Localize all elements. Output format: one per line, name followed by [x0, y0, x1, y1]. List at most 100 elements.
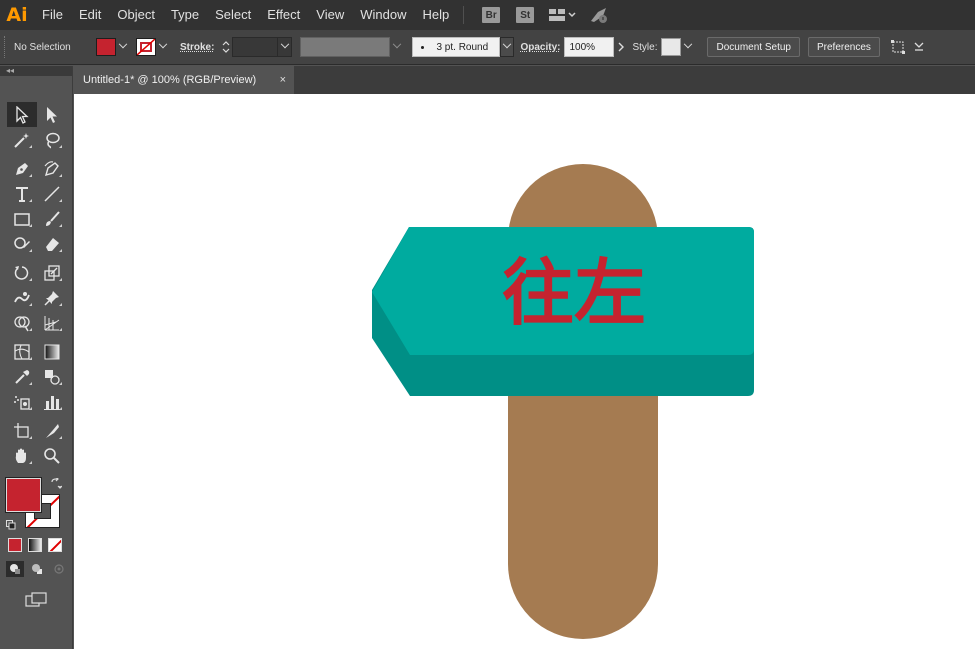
gpu-performance-button[interactable] [588, 6, 610, 24]
menu-view[interactable]: View [308, 0, 352, 30]
color-mode-row [0, 538, 72, 552]
stroke-label[interactable]: Stroke: [180, 42, 214, 53]
eyedropper-tool[interactable] [7, 364, 37, 389]
brush-definition[interactable]: 3 pt. Round [412, 37, 501, 57]
menu-effect[interactable]: Effect [259, 0, 308, 30]
stock-button[interactable]: St [516, 7, 535, 23]
zoom-tool[interactable] [37, 443, 67, 468]
tool-row [0, 285, 72, 310]
bridge-button[interactable]: Br [482, 7, 501, 23]
screen-mode-button[interactable] [24, 591, 48, 609]
eyedropper-icon [15, 369, 30, 384]
no-stroke-icon [137, 39, 155, 55]
perspective-grid-icon [44, 315, 60, 330]
line-segment-tool[interactable] [37, 181, 67, 206]
warp-tool[interactable] [7, 285, 37, 310]
hand-tool[interactable] [7, 443, 37, 468]
menu-window[interactable]: Window [352, 0, 414, 30]
shaper-tool[interactable] [7, 231, 37, 256]
shape-builder-tool[interactable] [7, 310, 37, 335]
swap-fill-stroke-icon[interactable] [50, 478, 62, 490]
eraser-tool[interactable] [37, 231, 67, 256]
draw-normal-button[interactable] [6, 561, 24, 577]
lasso-icon [46, 132, 60, 149]
none-mode-button[interactable] [48, 538, 62, 552]
gradient-mode-button[interactable] [28, 538, 42, 552]
menu-file[interactable]: File [34, 0, 71, 30]
artboard-canvas[interactable]: 往左 [74, 94, 975, 649]
panel-grip[interactable] [4, 36, 8, 58]
brush-dropdown[interactable] [500, 37, 515, 57]
mesh-tool[interactable] [7, 339, 37, 364]
document-tab-label: Untitled-1* @ 100% (RGB/Preview) [83, 74, 257, 86]
close-tab-button[interactable]: × [280, 74, 286, 86]
rotate-tool[interactable] [7, 260, 37, 285]
color-mode-button[interactable] [8, 538, 22, 552]
graphic-style-dropdown[interactable] [681, 37, 695, 57]
column-graph-icon [44, 395, 60, 410]
opacity-input[interactable]: 100% [564, 37, 615, 57]
sign-label[interactable]: 往左 [502, 251, 646, 335]
draw-behind-button[interactable] [28, 561, 46, 577]
perspective-grid-tool[interactable] [37, 310, 67, 335]
stroke-swatch[interactable] [136, 38, 156, 56]
graphic-style-swatch[interactable] [661, 38, 682, 56]
magic-wand-icon [14, 132, 29, 148]
scale-tool[interactable] [37, 260, 67, 285]
align-options-button[interactable] [890, 39, 908, 55]
tools-collapse-button[interactable]: ◂◂ [0, 66, 72, 76]
symbol-sprayer-tool[interactable] [7, 389, 37, 414]
preferences-button[interactable]: Preferences [807, 37, 880, 57]
chevron-right-icon [618, 42, 625, 52]
artboard-tool[interactable] [7, 418, 37, 443]
type-tool[interactable] [7, 181, 37, 206]
arrange-documents-button[interactable] [548, 8, 576, 22]
document-tab[interactable]: Untitled-1* @ 100% (RGB/Preview) × [74, 66, 294, 94]
fill-swatch[interactable] [96, 38, 116, 56]
menu-edit[interactable]: Edit [71, 0, 109, 30]
slice-tool[interactable] [37, 418, 67, 443]
variable-width-dropdown[interactable] [390, 37, 404, 57]
stroke-dropdown[interactable] [156, 37, 170, 57]
column-graph-tool[interactable] [37, 389, 67, 414]
opacity-label[interactable]: Opacity: [520, 42, 560, 53]
magic-wand-tool[interactable] [7, 127, 37, 152]
variable-width-profile[interactable] [300, 37, 391, 57]
direct-selection-tool[interactable] [37, 102, 67, 127]
blend-icon [45, 369, 60, 385]
gradient-tool[interactable] [37, 339, 67, 364]
tools-spacer [0, 76, 72, 102]
pen-tool[interactable] [7, 156, 37, 181]
tool-row [0, 181, 72, 206]
menu-type[interactable]: Type [163, 0, 207, 30]
draw-behind-icon [32, 564, 42, 574]
rectangle-tool[interactable] [7, 206, 37, 231]
paintbrush-tool[interactable] [37, 206, 67, 231]
stroke-weight-input[interactable] [232, 37, 279, 57]
draw-inside-icon [54, 564, 64, 574]
document-setup-button[interactable]: Document Setup [707, 37, 800, 57]
tool-row [0, 339, 72, 364]
lasso-tool[interactable] [37, 127, 67, 152]
panel-menu-button[interactable] [914, 40, 924, 54]
fill-color-box[interactable] [5, 477, 42, 513]
menu-object[interactable]: Object [109, 0, 163, 30]
puppet-warp-tool[interactable] [37, 285, 67, 310]
menu-select[interactable]: Select [207, 0, 259, 30]
tool-row [0, 389, 72, 414]
fill-dropdown[interactable] [116, 37, 130, 57]
stroke-weight-stepper[interactable] [220, 37, 232, 57]
tool-row [0, 418, 72, 443]
brush-dot-icon [421, 45, 425, 49]
style-label: Style: [632, 41, 658, 53]
menu-help[interactable]: Help [414, 0, 457, 30]
draw-inside-button[interactable] [50, 561, 68, 577]
default-fill-stroke-icon[interactable] [6, 520, 16, 530]
blend-tool[interactable] [37, 364, 67, 389]
selection-tool[interactable] [7, 102, 37, 127]
opacity-expand-button[interactable] [614, 37, 628, 57]
curvature-tool[interactable] [37, 156, 67, 181]
tool-row [0, 364, 72, 389]
stroke-weight-dropdown[interactable] [278, 37, 293, 57]
pen-nib-icon [16, 162, 28, 175]
